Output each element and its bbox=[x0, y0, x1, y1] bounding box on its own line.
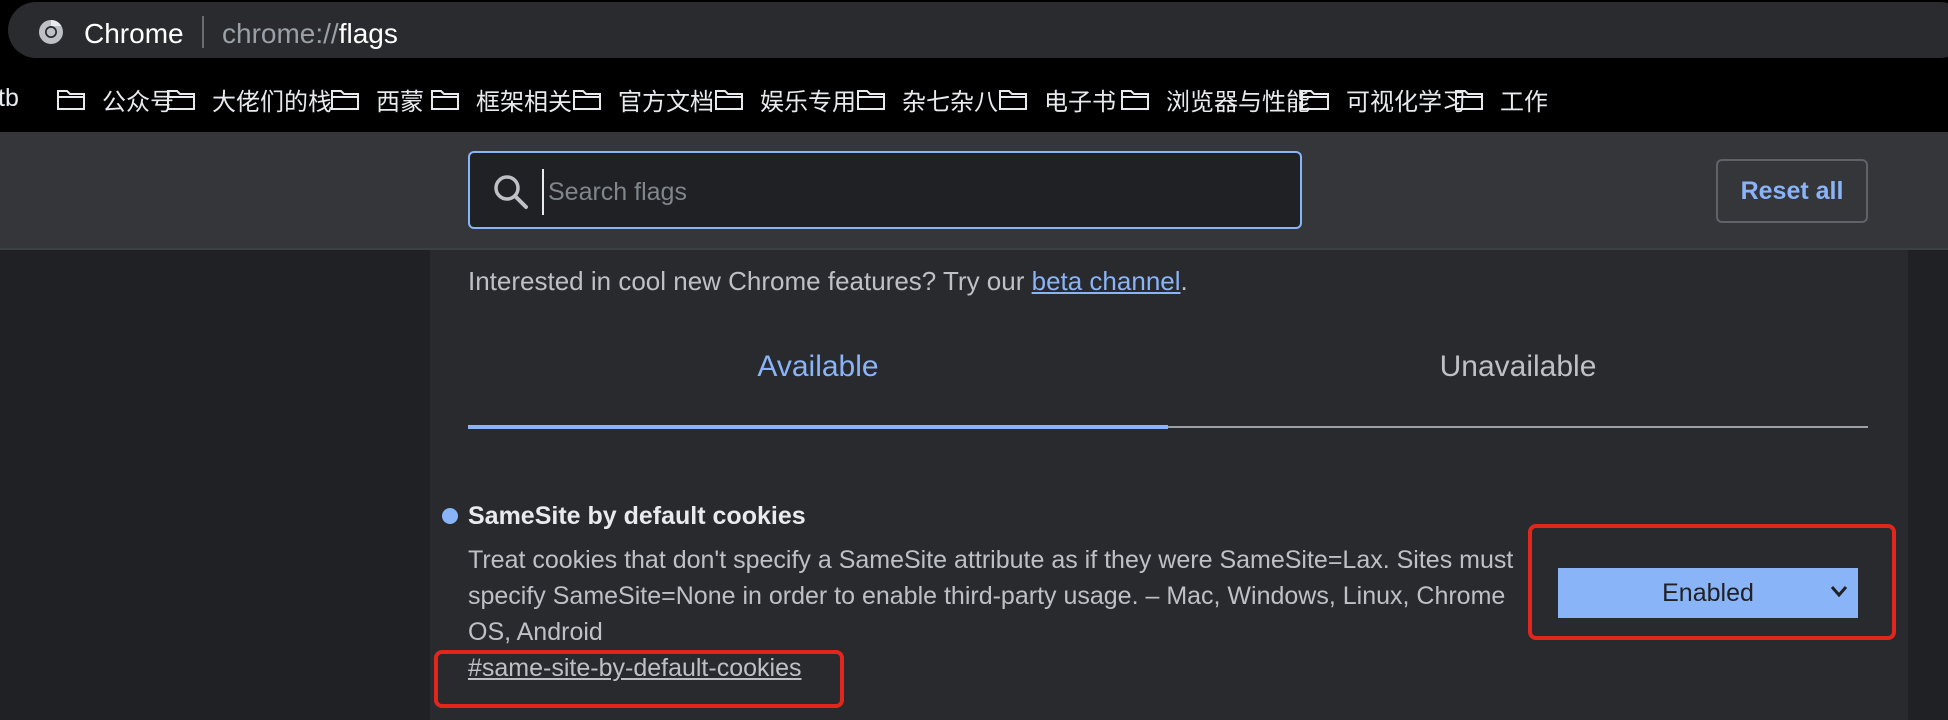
browser-top-bar: Chrome chrome://flags bbox=[0, 0, 1948, 66]
bookmark-item[interactable]: 浏览器与性能 bbox=[1120, 83, 1310, 116]
bookmark-item[interactable]: 公众号 bbox=[56, 83, 174, 116]
bookmark-item[interactable]: 可视化学习 bbox=[1300, 83, 1466, 116]
folder-icon bbox=[857, 90, 885, 110]
bookmark-label: 工作 bbox=[1500, 88, 1548, 116]
bookmark-item[interactable]: 杂七杂八 bbox=[856, 83, 998, 116]
site-name: Chrome bbox=[84, 18, 184, 49]
bookmark-label: 娱乐专用 bbox=[760, 88, 856, 116]
modified-indicator-dot bbox=[442, 508, 458, 524]
flags-header: Reset all bbox=[0, 132, 1948, 250]
bookmark-label: 浏览器与性能 bbox=[1166, 88, 1310, 116]
bookmark-label: 杂七杂八 bbox=[902, 88, 998, 116]
address-separator bbox=[202, 16, 204, 48]
bookmark-label: 公众号 bbox=[102, 88, 174, 116]
intro-label: Interested in cool new Chrome features? … bbox=[468, 266, 1032, 296]
highlight-box-select bbox=[1528, 524, 1896, 640]
folder-icon bbox=[167, 90, 195, 110]
active-tab-indicator bbox=[468, 425, 1168, 429]
tab-unavailable[interactable]: Unavailable bbox=[1168, 350, 1868, 384]
bookmark-item[interactable]: 工作 bbox=[1454, 83, 1548, 116]
folder-icon bbox=[1301, 90, 1329, 110]
bookmarks-bar: tb 公众号 大佬们的栈 西蒙 框架相关 官方文档 娱乐专用 杂七杂八 电子书 浏览器与性能 可视… bbox=[0, 66, 1948, 132]
chrome-logo-icon bbox=[39, 19, 63, 44]
url-text[interactable]: chrome://flags bbox=[222, 18, 398, 50]
bookmark-item[interactable]: 西蒙 bbox=[330, 83, 424, 116]
intro-text: Interested in cool new Chrome features? … bbox=[468, 266, 1188, 297]
bookmark-label: 可视化学习 bbox=[1346, 88, 1466, 116]
bookmark-label: 西蒙 bbox=[376, 88, 424, 116]
bookmark-partial[interactable]: tb bbox=[0, 84, 19, 113]
bookmark-item[interactable]: 官方文档 bbox=[572, 83, 714, 116]
highlight-box-link bbox=[434, 650, 844, 708]
bookmark-label: 框架相关 bbox=[476, 88, 572, 116]
search-icon bbox=[494, 175, 528, 209]
url-prefix: chrome:// bbox=[222, 18, 339, 49]
address-bar[interactable]: Chrome chrome://flags bbox=[8, 2, 1948, 58]
bookmark-item[interactable]: 电子书 bbox=[998, 83, 1116, 116]
bookmark-item[interactable]: 框架相关 bbox=[430, 83, 572, 116]
folder-icon bbox=[57, 90, 85, 110]
url-path: flags bbox=[338, 18, 398, 49]
bookmark-item[interactable]: 大佬们的栈 bbox=[166, 83, 332, 116]
bookmark-label: 官方文档 bbox=[618, 88, 714, 116]
search-box[interactable] bbox=[468, 151, 1302, 229]
experiment-title: SameSite by default cookies bbox=[468, 502, 806, 530]
search-input[interactable] bbox=[542, 169, 1290, 215]
reset-all-button[interactable]: Reset all bbox=[1716, 159, 1868, 223]
folder-icon bbox=[999, 90, 1027, 110]
folder-icon bbox=[573, 90, 601, 110]
bookmark-label: 电子书 bbox=[1044, 88, 1116, 116]
bookmark-item[interactable]: 娱乐专用 bbox=[714, 83, 856, 116]
folder-icon bbox=[331, 90, 359, 110]
folder-icon bbox=[431, 90, 459, 110]
beta-channel-link[interactable]: beta channel bbox=[1032, 266, 1181, 296]
folder-icon bbox=[715, 90, 743, 110]
bookmark-label: 大佬们的栈 bbox=[212, 88, 332, 116]
folder-icon bbox=[1121, 90, 1149, 110]
intro-suffix: . bbox=[1180, 266, 1188, 296]
tab-available[interactable]: Available bbox=[468, 350, 1168, 384]
experiment-description: Treat cookies that don't specify a SameS… bbox=[468, 546, 1514, 646]
folder-icon bbox=[1455, 90, 1483, 110]
